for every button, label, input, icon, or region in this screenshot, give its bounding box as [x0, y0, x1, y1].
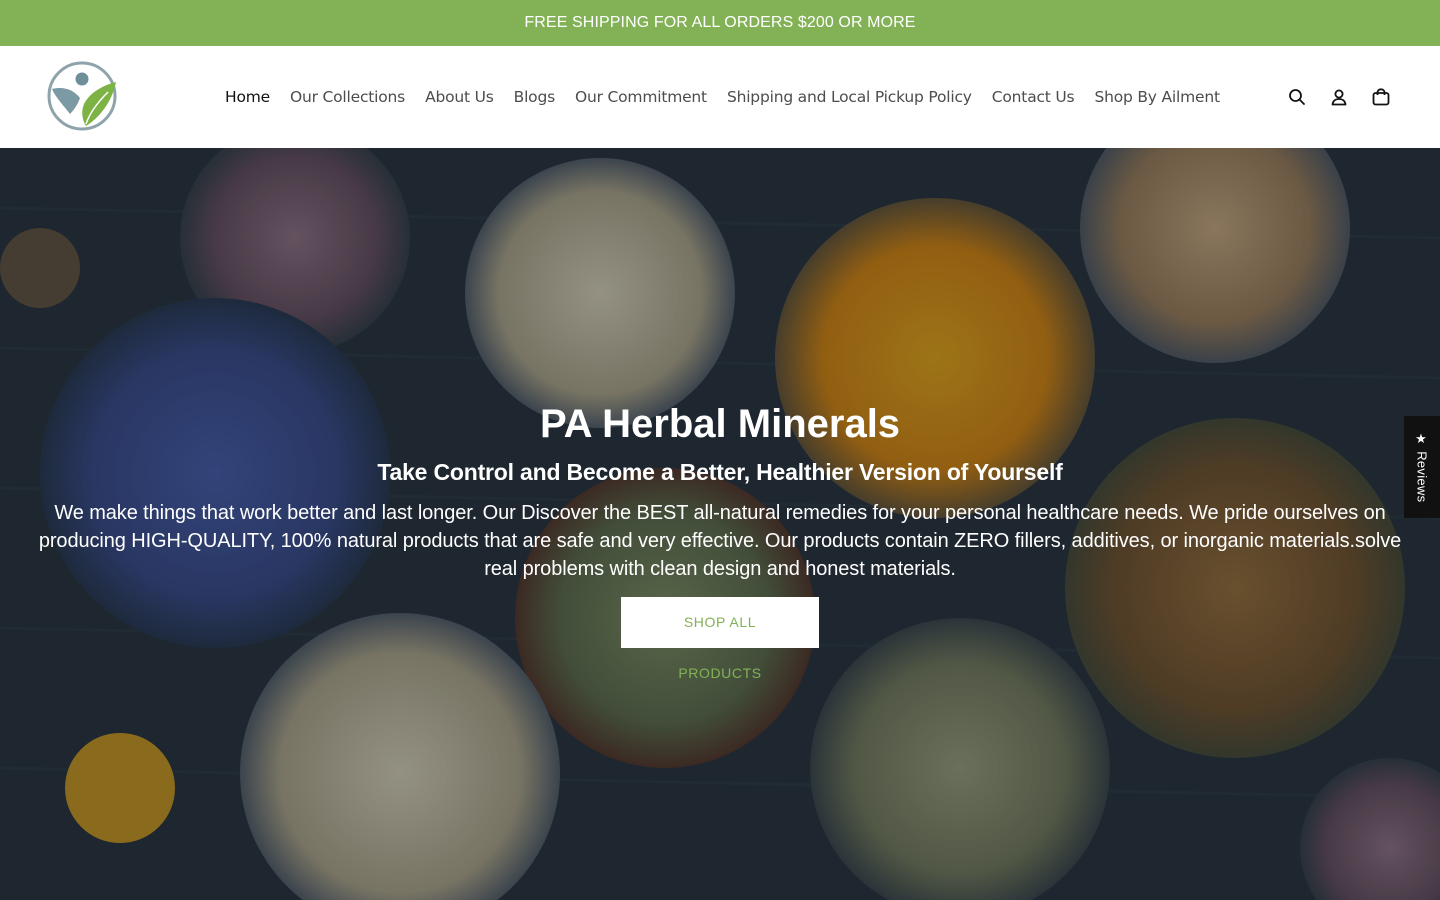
nav-about-us[interactable]: About Us	[425, 88, 494, 106]
header-actions	[1266, 46, 1392, 148]
hero-banner: PA Herbal Minerals Take Control and Beco…	[0, 148, 1440, 900]
nav-home[interactable]: Home	[225, 88, 270, 106]
shop-all-products-button[interactable]: SHOP ALL PRODUCTS	[621, 597, 819, 681]
search-icon[interactable]	[1286, 86, 1308, 108]
site-logo[interactable]	[44, 58, 120, 134]
nav-contact-us[interactable]: Contact Us	[992, 88, 1075, 106]
nav-shipping-policy[interactable]: Shipping and Local Pickup Policy	[727, 88, 972, 106]
nav-blogs[interactable]: Blogs	[514, 88, 556, 106]
announcement-bar: FREE SHIPPING FOR ALL ORDERS $200 OR MOR…	[0, 0, 1440, 46]
cart-icon[interactable]	[1370, 86, 1392, 108]
nav-shop-by-ailment[interactable]: Shop By Ailment	[1094, 88, 1220, 106]
reviews-tab[interactable]: ★ Reviews	[1404, 416, 1440, 518]
hero-title: PA Herbal Minerals	[539, 402, 901, 446]
site-header: Home Our Collections About Us Blogs Our …	[0, 46, 1440, 148]
hero-subtitle: Take Control and Become a Better, Health…	[377, 459, 1063, 485]
hero-content: PA Herbal Minerals Take Control and Beco…	[0, 398, 1440, 683]
hero-description: We make things that work better and last…	[38, 502, 1402, 580]
nav-our-commitment[interactable]: Our Commitment	[575, 88, 707, 106]
announcement-text: FREE SHIPPING FOR ALL ORDERS $200 OR MOR…	[524, 14, 916, 31]
main-nav: Home Our Collections About Us Blogs Our …	[225, 46, 1240, 148]
account-icon[interactable]	[1328, 86, 1350, 108]
nav-our-collections[interactable]: Our Collections	[290, 88, 405, 106]
person-leaf-logo-icon	[47, 61, 117, 131]
